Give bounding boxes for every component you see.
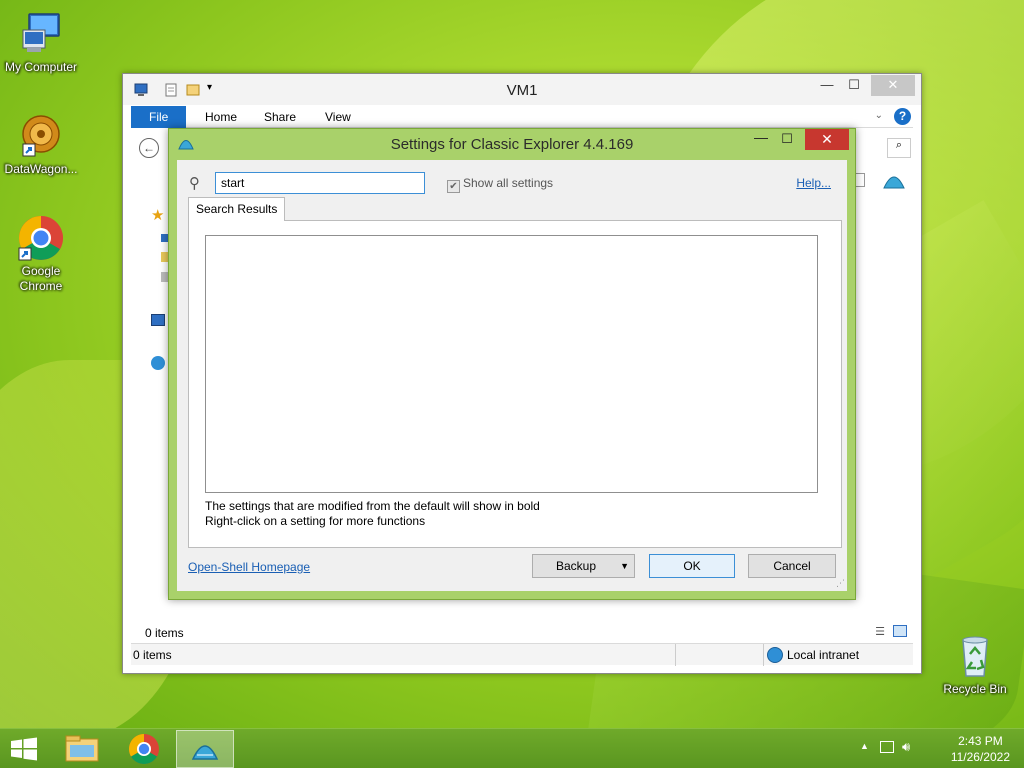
start-button[interactable] (0, 730, 48, 768)
ribbon-expand-icon[interactable]: ⌄ (875, 110, 883, 121)
checkbox-checked-icon: ✔ (447, 180, 460, 193)
hint-bold-settings: The settings that are modified from the … (205, 499, 540, 513)
minimize-button[interactable]: — (749, 129, 773, 147)
large-icons-view-icon[interactable] (893, 625, 907, 637)
settings-list[interactable] (205, 235, 818, 493)
classic-explorer-icon (191, 745, 219, 760)
show-all-settings-checkbox[interactable]: ✔ Show all settings (447, 176, 553, 193)
close-button[interactable]: ✕ (805, 129, 849, 150)
desktop-icon-chrome[interactable]: Google Chrome (0, 214, 82, 294)
search-icon[interactable]: ⌕ (887, 138, 911, 158)
clock-date: 11/26/2022 (950, 750, 1010, 764)
chrome-icon (17, 214, 65, 262)
show-all-label: Show all settings (463, 176, 554, 190)
open-shell-homepage-link[interactable]: Open-Shell Homepage (188, 560, 310, 574)
back-icon[interactable]: ← (139, 138, 159, 158)
network-nav-icon[interactable] (151, 356, 165, 370)
taskbar: ▲ 🔊︎ 2:43 PM 11/26/2022 (0, 728, 1024, 768)
tab-home[interactable]: Home (193, 106, 249, 128)
favorites-icon[interactable]: ★ (151, 206, 164, 224)
settings-search-input[interactable] (215, 172, 425, 194)
window-title: VM1 (506, 82, 538, 99)
datawagon-icon (17, 112, 65, 160)
system-tray: ▲ 🔊︎ 2:43 PM 11/26/2022 (854, 729, 1024, 768)
taskbar-classic-explorer-settings[interactable] (176, 730, 234, 768)
computer-icon (17, 10, 65, 58)
computer-nav-icon[interactable] (151, 314, 165, 326)
resize-grip-icon[interactable]: ⋰ (836, 578, 845, 589)
help-link[interactable]: Help... (796, 176, 831, 190)
file-explorer-icon (65, 735, 99, 762)
dialog-body: ⚲ ✔Show all settings Help... Search Resu… (177, 160, 847, 591)
cancel-button[interactable]: Cancel (748, 554, 836, 578)
clock[interactable]: 2:43 PM 11/26/2022 (951, 733, 1010, 765)
help-icon[interactable]: ? (894, 108, 911, 125)
dropdown-arrow-icon: ▼ (620, 561, 629, 571)
network-icon[interactable] (880, 741, 894, 753)
chrome-icon (128, 734, 159, 765)
status-items: 0 items (133, 648, 172, 662)
settings-dialog: Settings for Classic Explorer 4.4.169 — … (168, 128, 856, 600)
desktop-icon-recycle-bin[interactable]: Recycle Bin (934, 632, 1016, 697)
explorer-titlebar[interactable]: ▾ VM1 — ☐ ✕ (123, 74, 921, 105)
maximize-button[interactable]: ☐ (775, 131, 799, 149)
ok-button[interactable]: OK (649, 554, 735, 578)
desktop-icon-label: Google Chrome (19, 264, 63, 293)
tab-file[interactable]: File (131, 106, 187, 128)
backup-label: Backup (555, 559, 597, 573)
search-results-panel: The settings that are modified from the … (188, 220, 842, 548)
search-icon: ⚲ (189, 175, 200, 192)
clock-time: 2:43 PM (958, 734, 1003, 748)
classic-explorer-settings-icon[interactable] (881, 170, 907, 192)
taskbar-chrome[interactable] (116, 730, 172, 768)
status-bar: 0 items Local intranet (131, 643, 913, 666)
desktop-icon-my-computer[interactable]: My Computer (0, 10, 82, 75)
taskbar-file-explorer[interactable] (54, 730, 110, 768)
details-view-icon[interactable]: ☰ (875, 625, 885, 638)
ribbon-tabs: File Home Share View ⌄ ? (131, 106, 913, 128)
items-count: 0 items (145, 626, 184, 640)
zone-label: Local intranet (787, 648, 860, 662)
tab-share[interactable]: Share (252, 106, 308, 128)
dialog-titlebar[interactable]: Settings for Classic Explorer 4.4.169 — … (169, 129, 855, 159)
tab-search-results[interactable]: Search Results (188, 197, 286, 221)
maximize-button[interactable]: ☐ (841, 75, 867, 96)
status-divider (675, 644, 676, 666)
windows-logo-icon (11, 737, 37, 761)
desktop-icon-label: DataWagon... (4, 162, 78, 176)
hint-right-click: Right-click on a setting for more functi… (205, 514, 426, 528)
status-divider (763, 644, 764, 666)
volume-icon[interactable]: 🔊︎ (902, 739, 910, 755)
show-hidden-icons-icon[interactable]: ▲ (860, 741, 869, 751)
recycle-bin-icon (951, 632, 999, 680)
backup-button[interactable]: Backup ▼ (532, 554, 635, 578)
minimize-button[interactable]: — (813, 75, 841, 96)
local-intranet-icon (767, 647, 783, 663)
desktop-icon-label: Recycle Bin (943, 682, 1007, 696)
desktop-icon-datawagon[interactable]: DataWagon... (0, 112, 82, 177)
navigation-pane: ★ (131, 194, 169, 614)
tab-view[interactable]: View (313, 106, 363, 128)
close-button[interactable]: ✕ (871, 75, 915, 96)
desktop-icon-label: My Computer (4, 60, 78, 74)
